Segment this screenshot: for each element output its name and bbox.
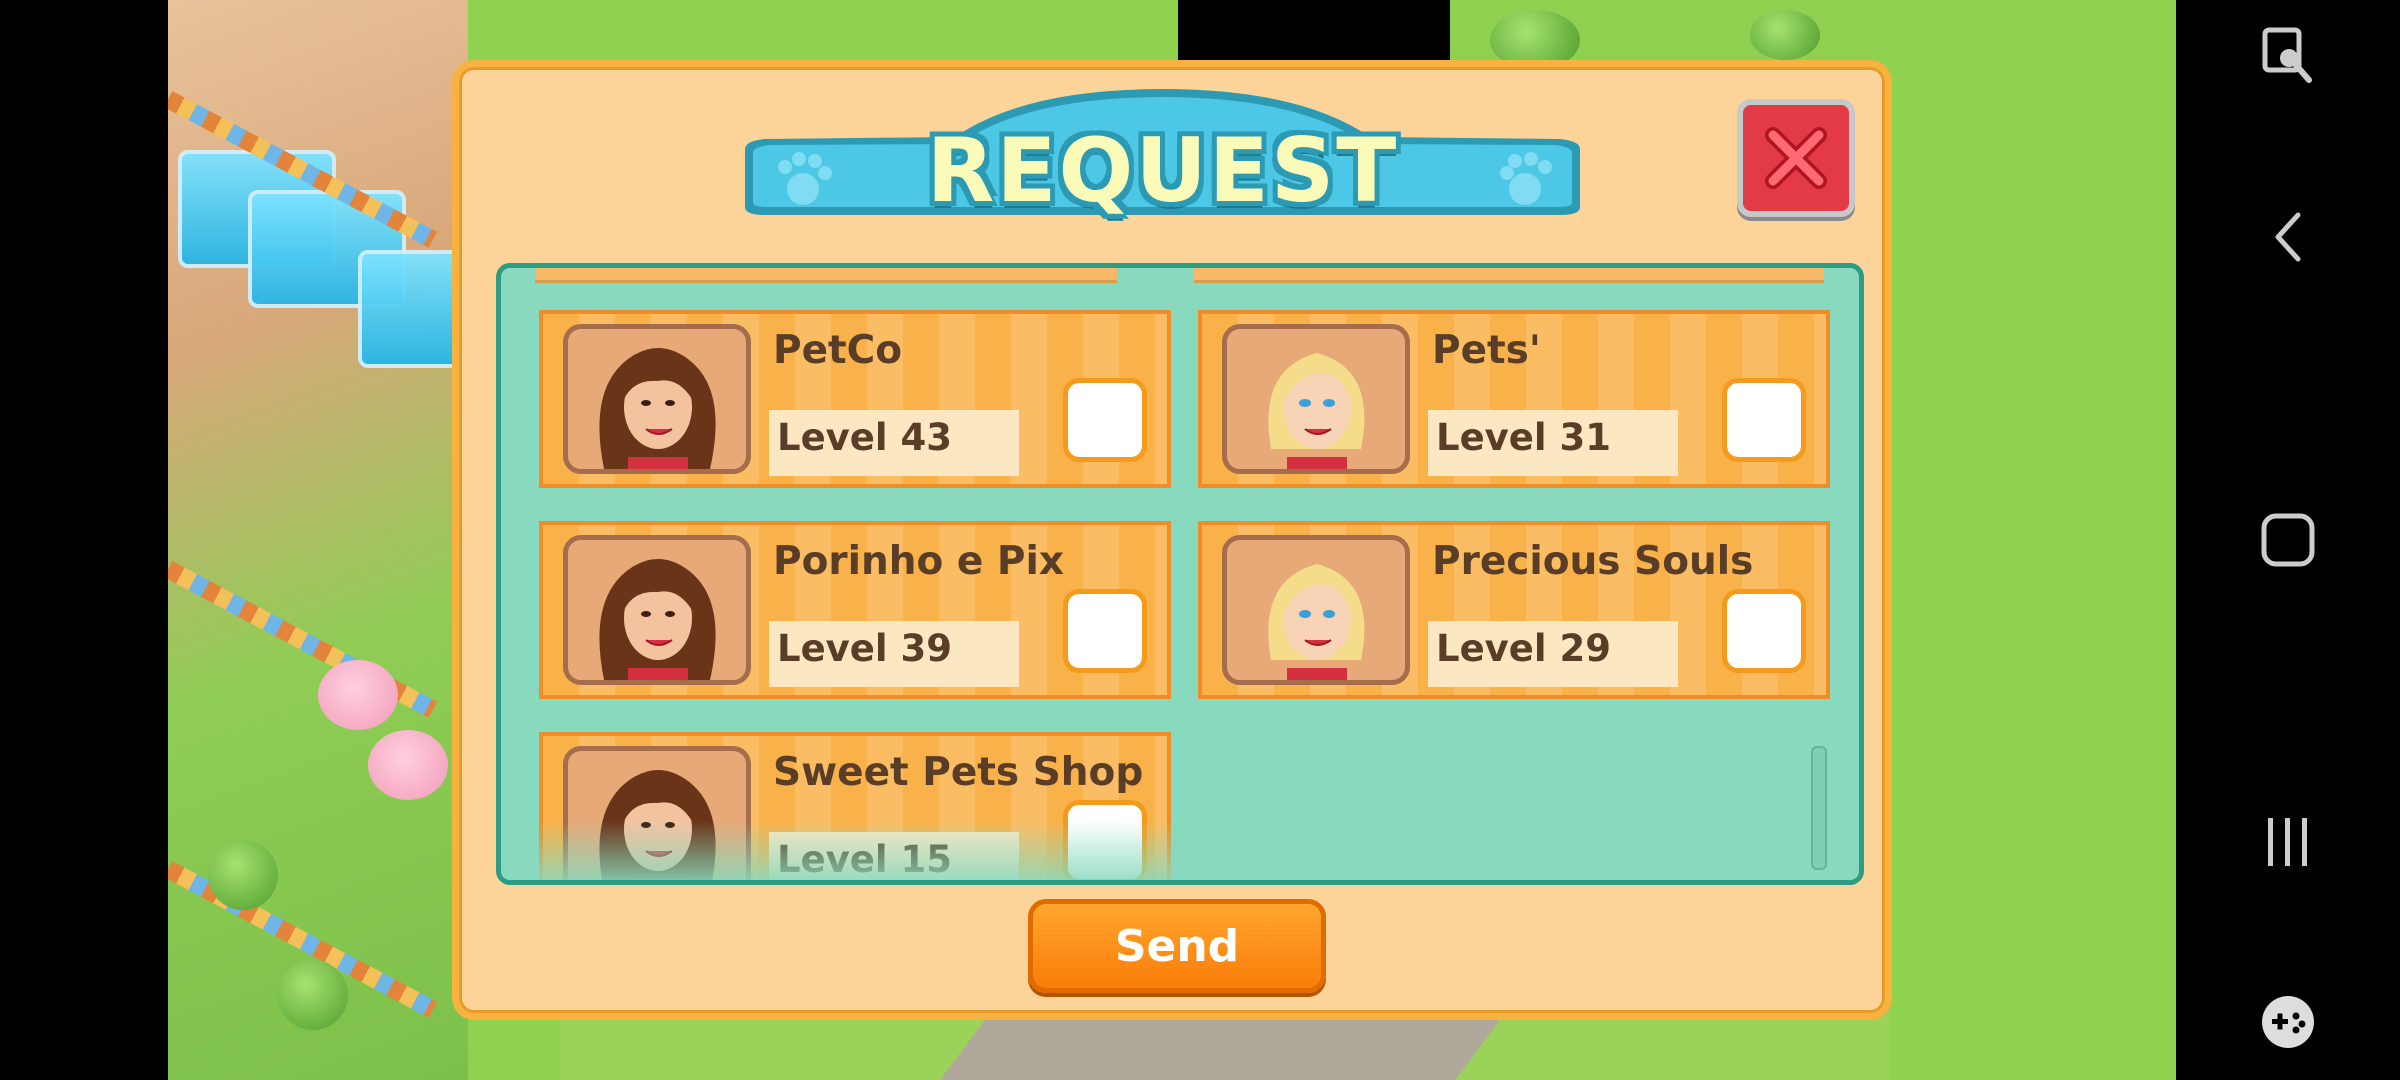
tree	[278, 960, 348, 1030]
close-x-icon	[1765, 127, 1827, 189]
back-icon[interactable]	[2256, 205, 2320, 269]
home-icon[interactable]	[2256, 508, 2320, 572]
avatar	[563, 324, 751, 474]
game-world-right	[1880, 0, 2176, 1080]
friend-level: Level 31	[1436, 416, 1611, 459]
list-scrollbar[interactable]	[1811, 746, 1827, 870]
friend-name: Porinho e Pix	[773, 539, 1065, 584]
recent-apps-icon[interactable]	[2256, 810, 2320, 874]
friend-name: Pets'	[1432, 328, 1541, 373]
request-dialog: REQUEST PetCo Level 43 Pets' Level 31 Po…	[452, 60, 1892, 1020]
cobblestone-road	[1880, 700, 2176, 1080]
cherry-bush	[318, 660, 398, 730]
screen-lock-icon[interactable]	[2256, 22, 2320, 86]
tree	[1750, 10, 1820, 60]
friend-name: Sweet Pets Shop	[773, 750, 1144, 795]
list-item-edge	[1194, 268, 1824, 283]
dialog-title: REQUEST	[926, 119, 1399, 222]
friend-level: Level 29	[1436, 627, 1611, 670]
cherry-bush	[368, 730, 448, 800]
select-checkbox[interactable]	[1063, 800, 1147, 880]
select-checkbox[interactable]	[1063, 589, 1147, 673]
tree-trunk	[2005, 670, 2015, 710]
avatar	[1222, 324, 1410, 474]
android-nav-bar	[2176, 0, 2400, 1080]
send-label: Send	[1114, 920, 1240, 972]
friend-name: Precious Souls	[1432, 539, 1754, 584]
friend-card[interactable]: Pets' Level 31	[1198, 310, 1830, 488]
select-checkbox[interactable]	[1722, 589, 1806, 673]
avatar	[563, 746, 751, 880]
send-button[interactable]: Send	[1028, 899, 1326, 993]
game-tools-icon[interactable]	[2256, 990, 2320, 1054]
avatar	[1222, 535, 1410, 685]
friend-name: PetCo	[773, 328, 903, 373]
select-checkbox[interactable]	[1063, 378, 1147, 462]
select-checkbox[interactable]	[1722, 378, 1806, 462]
tree	[208, 840, 278, 910]
title-banner: REQUEST	[725, 89, 1600, 234]
friend-card[interactable]: Sweet Pets Shop Level 15	[539, 732, 1171, 881]
friend-level: Level 15	[777, 838, 952, 881]
friend-card[interactable]: PetCo Level 43	[539, 310, 1171, 488]
avatar	[563, 535, 751, 685]
stone-path	[940, 1020, 1500, 1080]
close-button[interactable]	[1737, 99, 1855, 217]
list-item-edge	[535, 268, 1117, 283]
friend-card[interactable]: Precious Souls Level 29	[1198, 521, 1830, 699]
tree	[1960, 590, 2060, 680]
friend-level: Level 43	[777, 416, 952, 459]
friend-card[interactable]: Porinho e Pix Level 39	[539, 521, 1171, 699]
friends-list[interactable]: PetCo Level 43 Pets' Level 31 Porinho e …	[496, 263, 1864, 885]
friend-level: Level 39	[777, 627, 952, 670]
